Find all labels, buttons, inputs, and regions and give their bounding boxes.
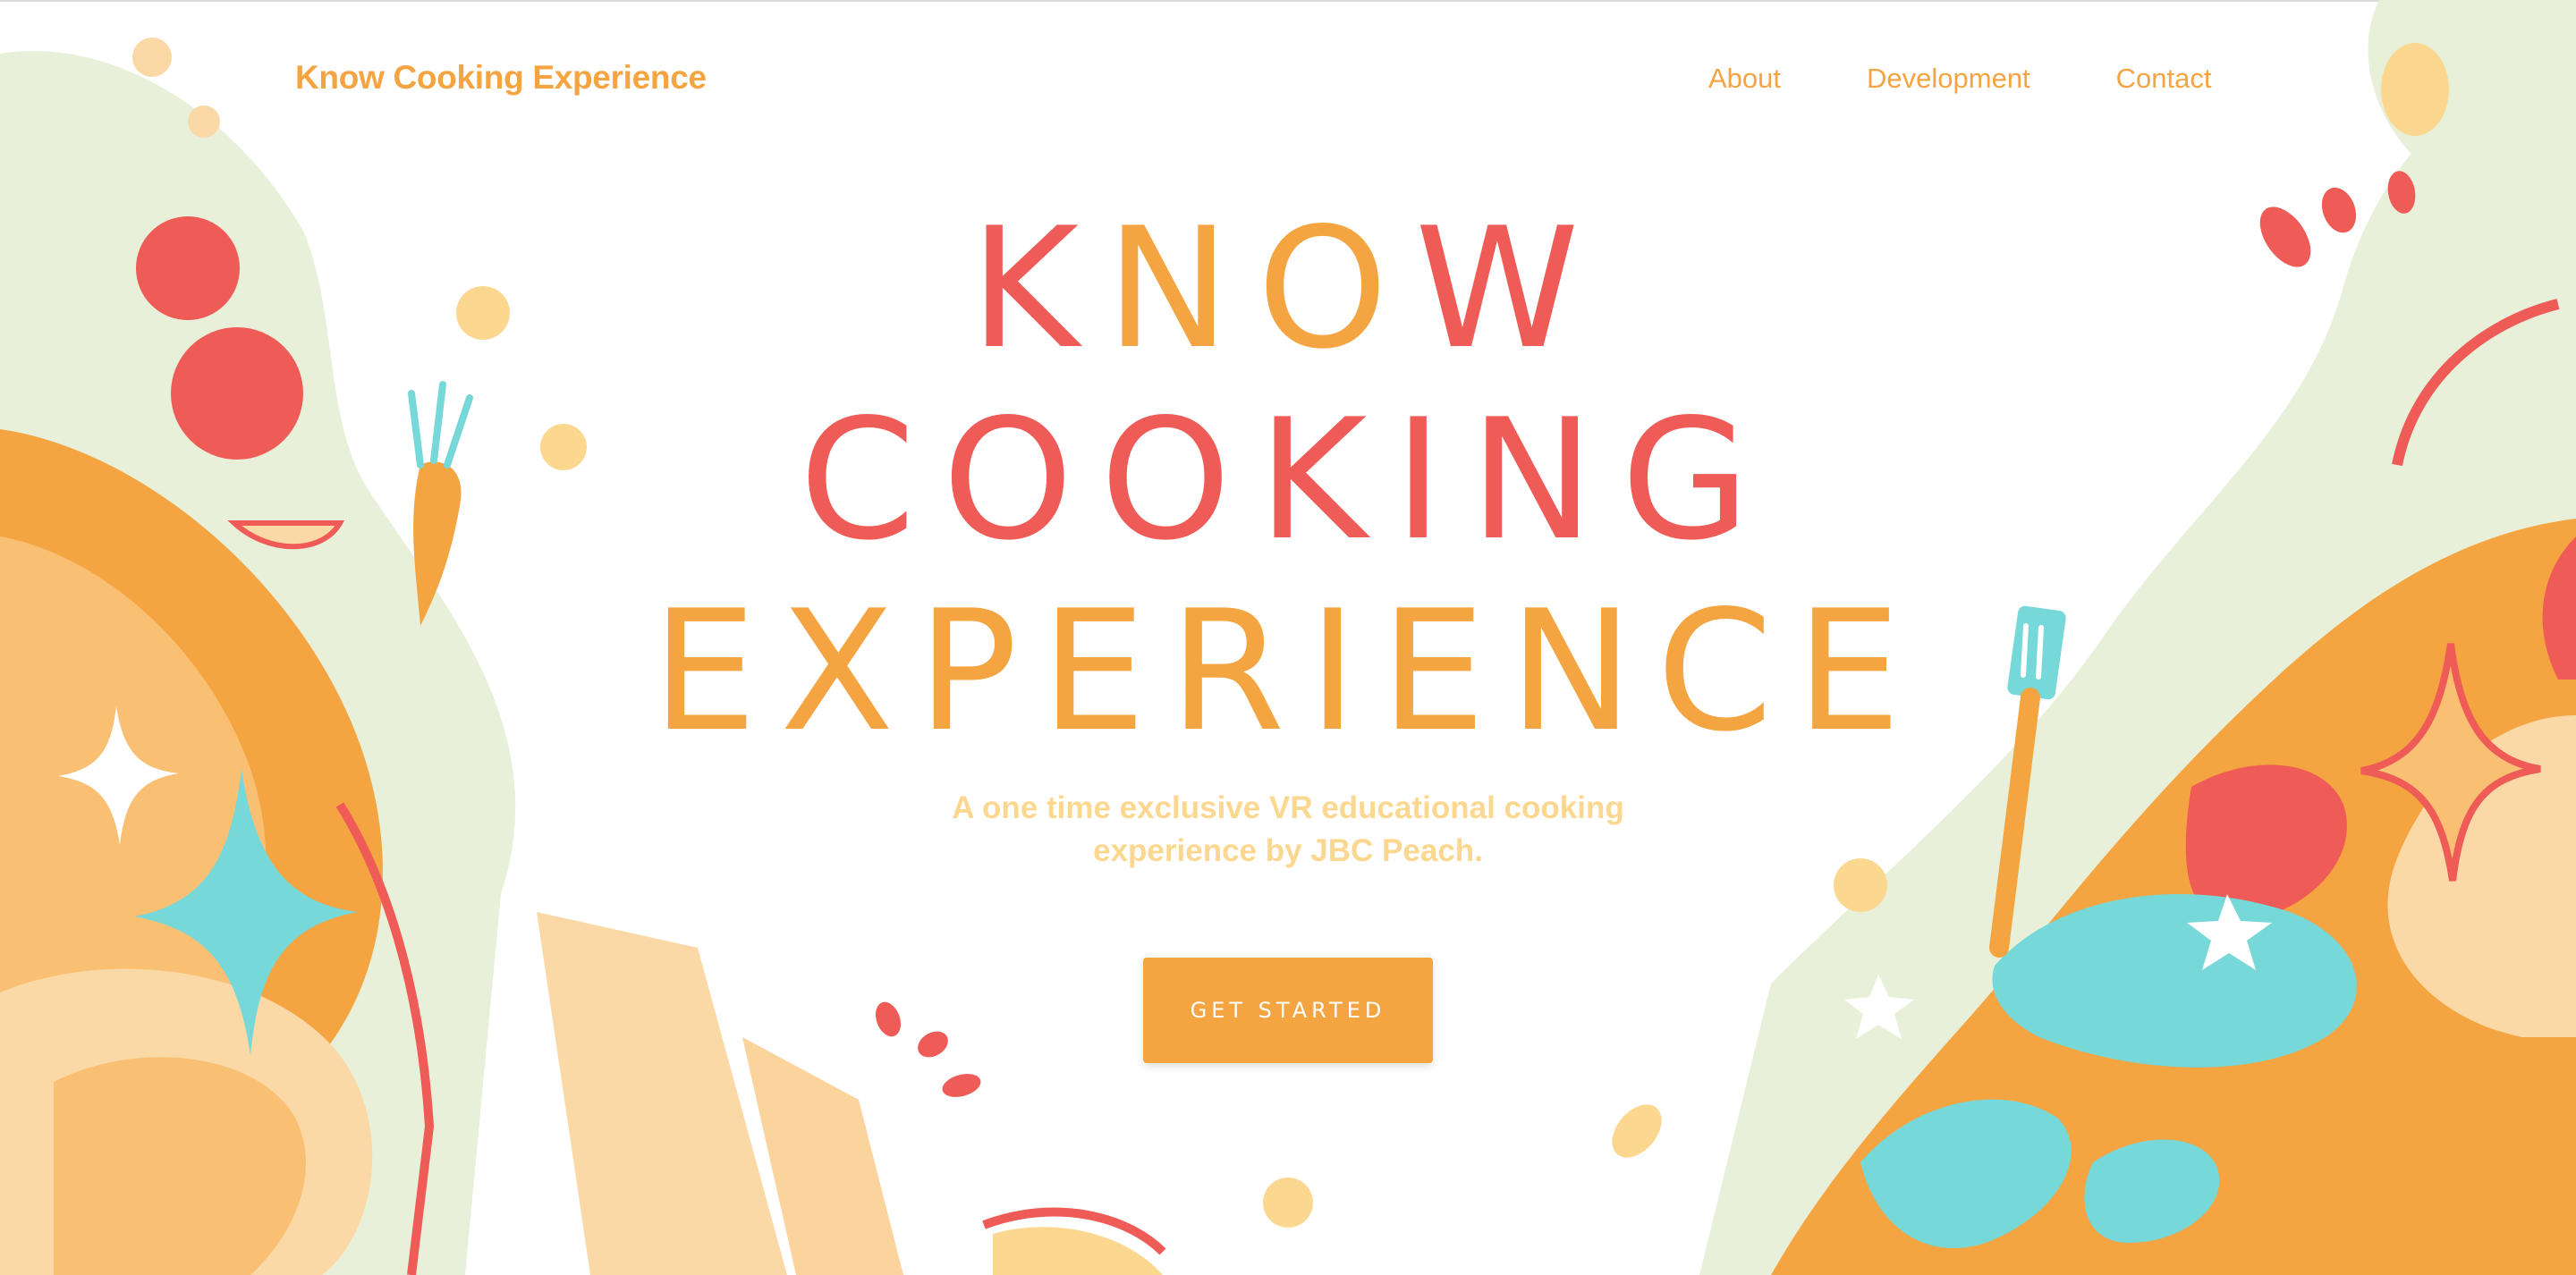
hero-title-line-3: EXPERIENCE (651, 574, 1925, 768)
bottom-wedge (537, 912, 787, 1275)
pill (942, 1074, 981, 1097)
dot (1263, 1178, 1313, 1228)
get-started-button[interactable]: GET STARTED (1143, 958, 1433, 1063)
hero-title: KNOW COOKING EXPERIENCE (0, 206, 2576, 755)
nav-link-about[interactable]: About (1708, 63, 1781, 95)
hero-subtitle-line-2: experience by JBC Peach. (1093, 833, 1483, 868)
hero-subtitle-line-1: A one time exclusive VR educational cook… (952, 790, 1624, 825)
title-letter: K (970, 191, 1106, 385)
hero-subtitle: A one time exclusive VR educational cook… (886, 787, 1690, 873)
nav-link-development[interactable]: Development (1867, 63, 2030, 95)
left-plate-inner (54, 1057, 306, 1275)
title-letter: W (1414, 191, 1606, 385)
pill (918, 1031, 948, 1058)
hero-title-line-2: COOKING (799, 383, 1777, 577)
title-letter: O (1257, 191, 1415, 385)
nav-link-contact[interactable]: Contact (2116, 63, 2212, 95)
main-nav: About Development Contact (1708, 63, 2212, 95)
dot (132, 38, 172, 77)
pill (875, 1001, 902, 1037)
dot (1834, 858, 1887, 912)
dot (1612, 1104, 1662, 1158)
brand-logo[interactable]: Know Cooking Experience (295, 59, 707, 97)
hero-title-line-1: KNOW (0, 206, 2576, 372)
dot (188, 106, 220, 138)
pill (2381, 43, 2449, 136)
title-letter: N (1106, 191, 1258, 385)
